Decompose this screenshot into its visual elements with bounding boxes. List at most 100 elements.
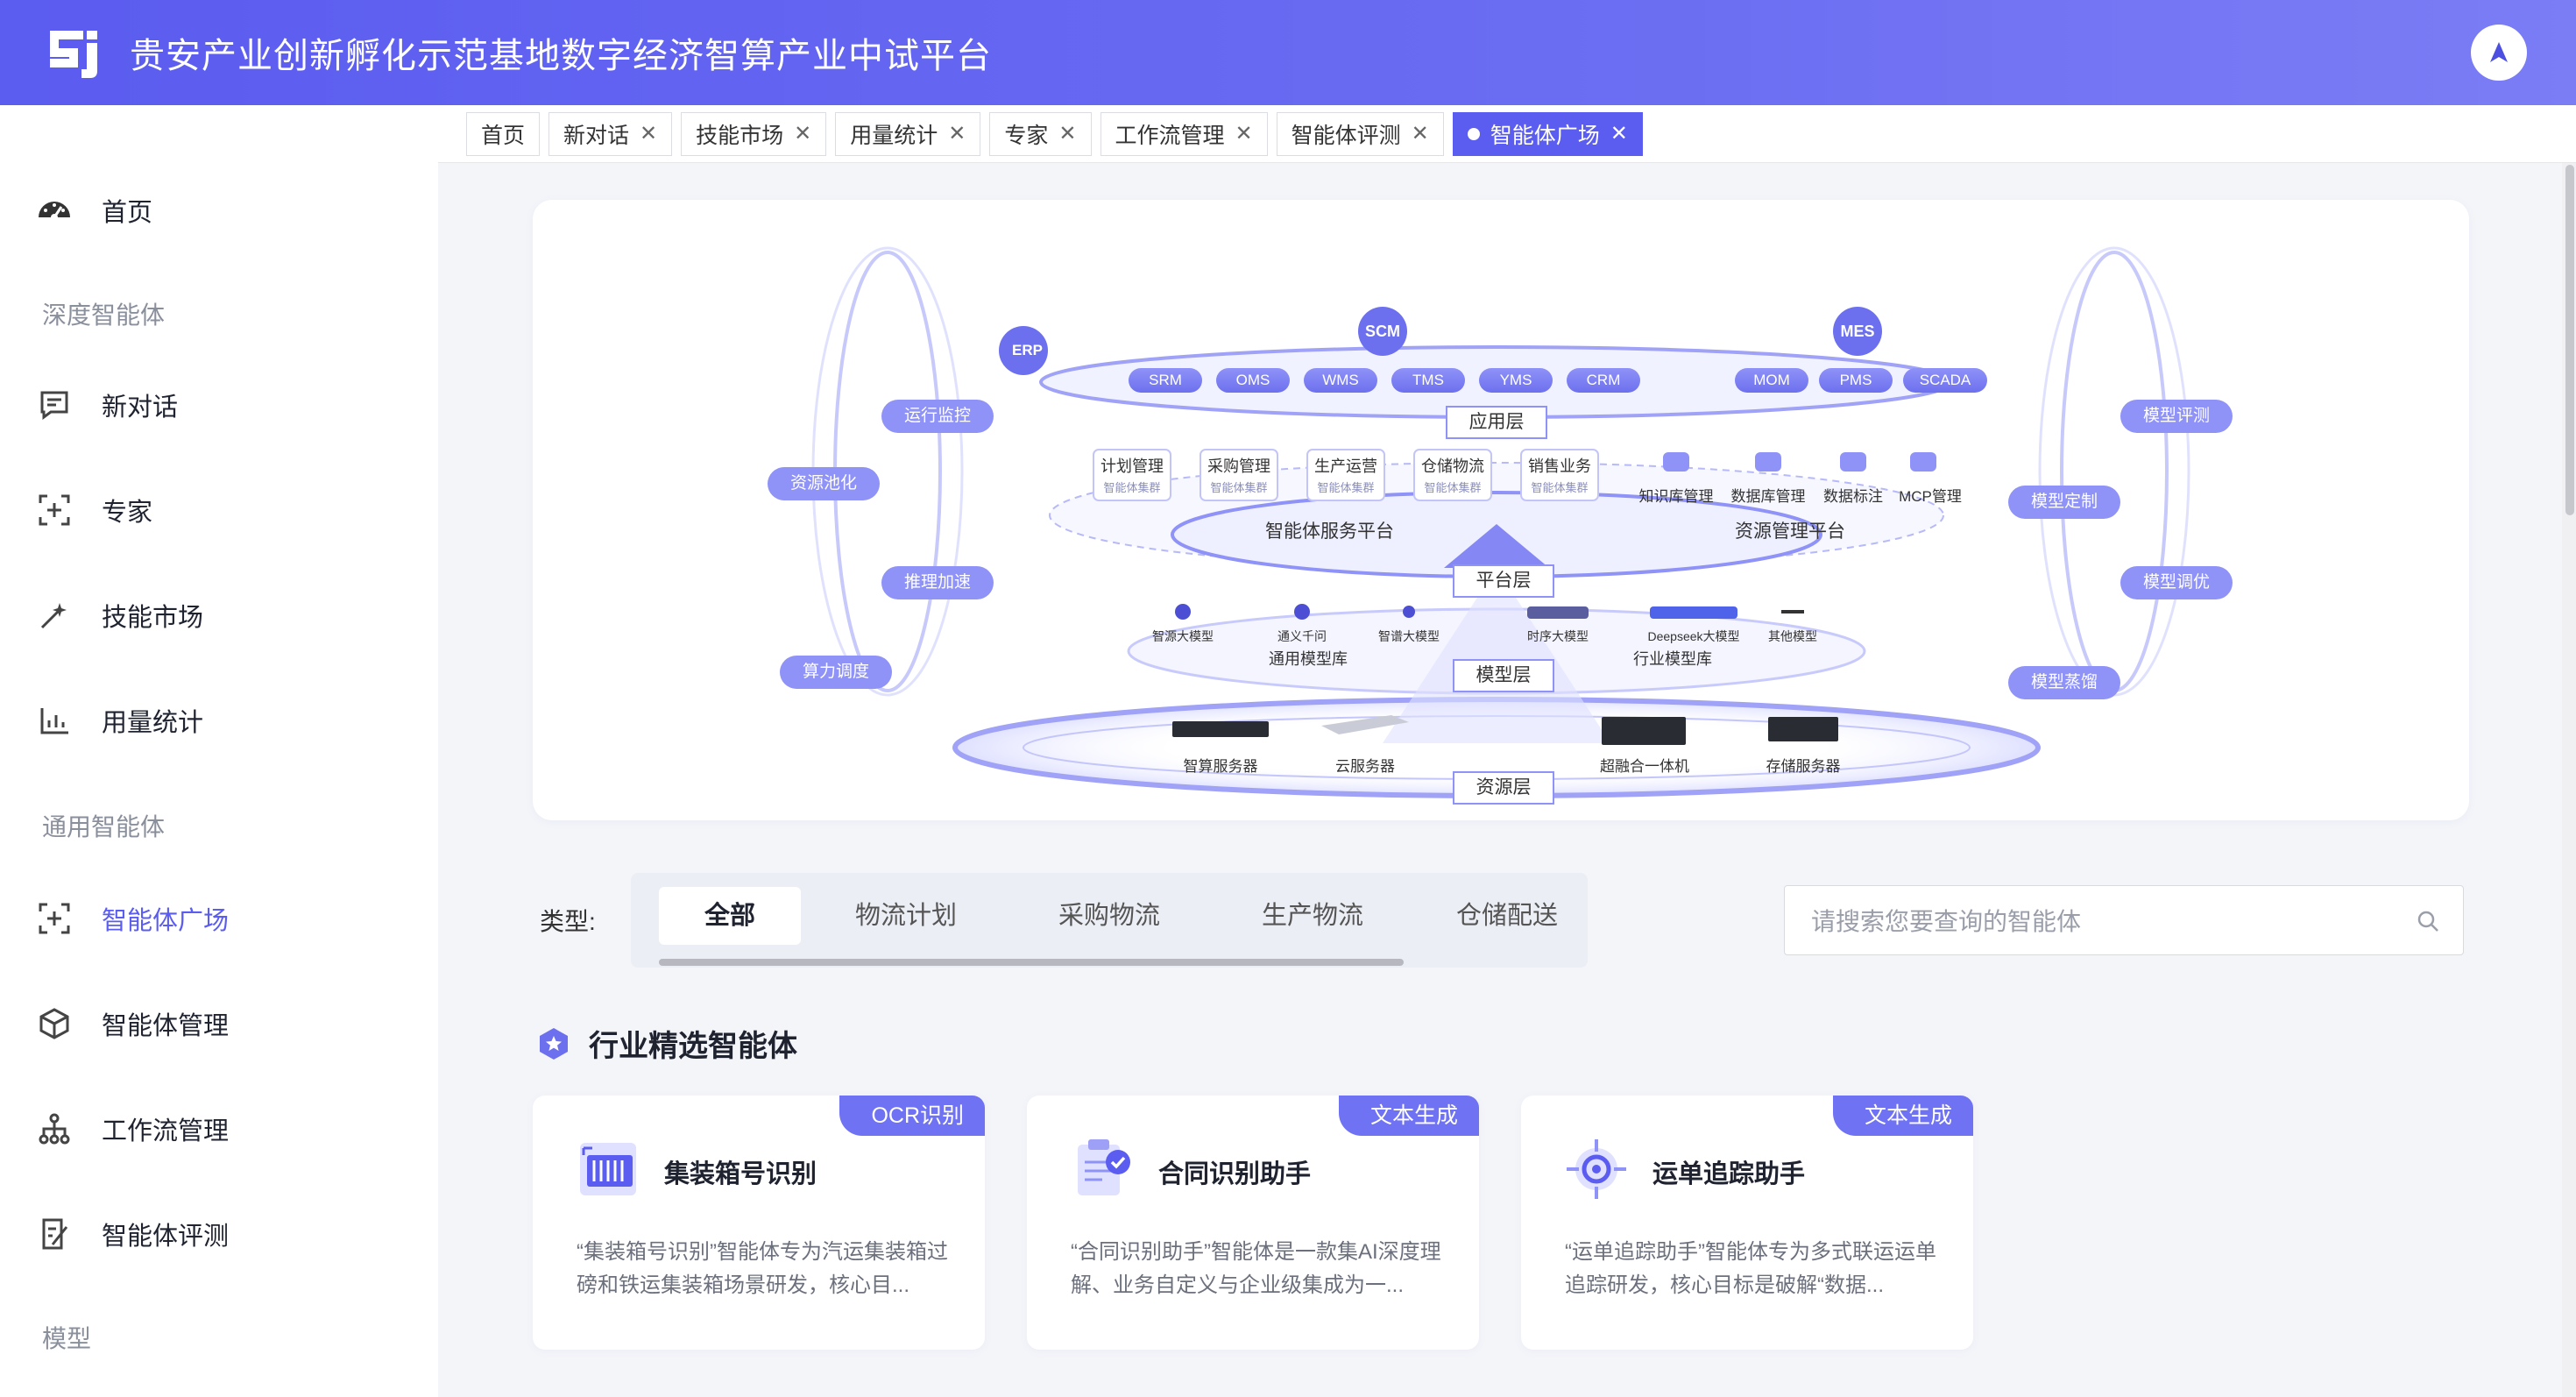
server-label: 智算服务器: [1183, 758, 1258, 775]
sidebar-item-label: 新对话: [102, 394, 179, 422]
agent-square-icon: [35, 899, 74, 938]
model-label: 智源大模型: [1152, 629, 1214, 643]
model-group: 行业模型库: [1633, 650, 1712, 668]
platform-box-sub: 智能体集群: [1317, 481, 1375, 494]
tab-label: 智能体广场: [1490, 123, 1600, 148]
tag-erp: ERP: [1012, 342, 1043, 358]
tab-agent-evaluation[interactable]: 智能体评测 ✕: [1276, 111, 1444, 156]
tab-label: 专家: [1004, 123, 1049, 148]
app-pill: PMS: [1839, 372, 1872, 388]
filter-chip-production-logistics[interactable]: 生产物流: [1225, 887, 1400, 945]
sidebar-item-new-chat[interactable]: 新对话: [35, 379, 178, 431]
category-filter: 全部 物流计划 采购物流 生产物流 仓储配送: [631, 873, 1588, 968]
card-title: 集装箱号识别: [664, 1160, 817, 1188]
app-pill: CRM: [1586, 372, 1621, 388]
agent-card[interactable]: 文本生成 运单追踪助手 “运单追踪助手”智能体专为多式联运运单追踪研发，核心目标…: [1521, 1096, 1973, 1350]
search-icon[interactable]: [2416, 909, 2440, 940]
op-pill: 资源池化: [768, 467, 880, 500]
card-badge: OCR识别: [839, 1096, 985, 1136]
app-pill: MOM: [1753, 372, 1790, 388]
close-icon[interactable]: ✕: [1235, 121, 1253, 146]
close-icon[interactable]: ✕: [948, 121, 966, 146]
search-input[interactable]: 请搜索您要查询的智能体: [1784, 885, 2464, 955]
tab-label: 用量统计: [850, 123, 938, 148]
tab-label: 首页: [481, 123, 526, 148]
op-pill: 模型定制: [2008, 486, 2120, 519]
sidebar-item-skill-market[interactable]: 技能市场: [35, 589, 203, 642]
op-pill: 模型蒸馏: [2008, 666, 2120, 699]
platform-name: 智能体服务平台: [1265, 521, 1394, 542]
layer-label-resource: 资源层: [1453, 771, 1554, 805]
app-pill: SCADA: [1919, 372, 1971, 388]
filter-chip-logistics-plan[interactable]: 物流计划: [818, 887, 994, 945]
sidebar-item-agent-square[interactable]: 智能体广场: [35, 892, 229, 945]
platform-box-title: 仓储物流: [1421, 457, 1484, 475]
platform-box-sub: 智能体集群: [1531, 481, 1589, 494]
scrollbar-thumb[interactable]: [2565, 165, 2574, 515]
app-title: 贵安产业创新孵化示范基地数字经济智算产业中试平台: [130, 37, 992, 75]
close-icon[interactable]: ✕: [794, 121, 811, 146]
filter-scrollbar[interactable]: [659, 959, 1404, 966]
sidebar-item-label: 首页: [102, 199, 153, 227]
filter-label: 类型:: [540, 908, 596, 935]
platform-box-title: 计划管理: [1100, 457, 1164, 475]
tab-expert[interactable]: 专家 ✕: [989, 111, 1092, 156]
op-pill: 算力调度: [780, 656, 892, 689]
platform-box-title: 生产运营: [1314, 457, 1377, 475]
sidebar-item-usage[interactable]: 用量统计: [35, 694, 203, 747]
top-header: 贵安产业创新孵化示范基地数字经济智算产业中试平台: [0, 0, 2576, 105]
platform-box-sub: 智能体集群: [1103, 481, 1161, 494]
user-avatar[interactable]: [2471, 25, 2527, 81]
tab-skill-market[interactable]: 技能市场 ✕: [681, 111, 827, 156]
close-icon[interactable]: ✕: [640, 121, 657, 146]
resource-mgmt-label: 数据库管理: [1730, 488, 1806, 505]
resource-mgmt-label: MCP管理: [1899, 488, 1962, 505]
location-target-icon: [1567, 1139, 1626, 1199]
tab-agent-square[interactable]: 智能体广场 ✕: [1452, 111, 1643, 156]
card-title: 运单追踪助手: [1652, 1160, 1806, 1188]
server-label: 超融合一体机: [1600, 758, 1689, 775]
sidebar-item-home[interactable]: 首页: [35, 184, 152, 237]
close-icon[interactable]: ✕: [1610, 121, 1628, 146]
tab-strip: 首页 新对话 ✕ 技能市场 ✕ 用量统计 ✕ 专家 ✕ 工作流管理 ✕ 智能体评测 ✕ 智能…: [438, 105, 2576, 163]
card-badge: 文本生成: [1338, 1096, 1479, 1136]
op-pill: 模型调优: [2120, 566, 2233, 599]
app-pill: OMS: [1235, 372, 1270, 388]
logo-icon: [42, 21, 105, 84]
filter-chip-all[interactable]: 全部: [659, 887, 801, 945]
tab-workflow[interactable]: 工作流管理 ✕: [1100, 111, 1268, 156]
close-icon[interactable]: ✕: [1412, 121, 1429, 146]
filter-chip-warehouse-delivery[interactable]: 仓储配送: [1428, 887, 1586, 945]
sidebar-item-agent-management[interactable]: 智能体管理: [35, 997, 229, 1050]
model-label: 智谱大模型: [1378, 629, 1440, 643]
close-icon[interactable]: ✕: [1058, 121, 1076, 146]
architecture-diagram: [811, 246, 2190, 798]
sidebar-item-workflow[interactable]: 工作流管理: [35, 1103, 229, 1155]
navigation-icon: [2490, 42, 2508, 62]
vertical-scrollbar[interactable]: [2562, 163, 2576, 1397]
section-header: 行业精选智能体: [536, 1022, 797, 1065]
tab-home[interactable]: 首页: [466, 111, 541, 156]
app-pill: WMS: [1322, 372, 1359, 388]
card-badge: 文本生成: [1832, 1096, 1973, 1136]
container-scan-icon: [580, 1143, 636, 1195]
sidebar-group-general-agent: 通用智能体: [42, 813, 166, 840]
sidebar-item-label: 工作流管理: [102, 1117, 230, 1145]
app-pill: SRM: [1149, 372, 1182, 388]
filter-chip-procurement-logistics[interactable]: 采购物流: [1022, 887, 1197, 945]
sidebar-group-model: 模型: [42, 1325, 92, 1352]
sidebar-item-agent-evaluation[interactable]: 智能体评测: [35, 1208, 229, 1260]
tab-usage[interactable]: 用量统计 ✕: [835, 111, 981, 156]
op-pill: 模型评测: [2120, 400, 2233, 433]
sidebar-item-label: 智能体管理: [102, 1012, 230, 1040]
model-label: 通义千问: [1277, 629, 1327, 643]
sidebar-item-expert[interactable]: 专家: [35, 484, 152, 536]
tab-new-chat[interactable]: 新对话 ✕: [548, 111, 673, 156]
contract-icon: [1078, 1139, 1130, 1195]
resource-mgmt-label: 知识库管理: [1638, 488, 1714, 505]
agent-card[interactable]: 文本生成 合同识别助手 “合同识别助手”智能体是一款集AI深度理解、业务自定义与…: [1027, 1096, 1479, 1350]
magic-wand-icon: [35, 596, 74, 635]
workflow-icon: [35, 1110, 74, 1148]
card-description: “合同识别助手”智能体是一款集AI深度理解、业务自定义与企业级集成为一...: [1071, 1240, 1441, 1297]
agent-card[interactable]: OCR识别 集装箱号识别 “集装箱号识别”智能体专为汽运集装箱过磅和铁运集装箱场…: [533, 1096, 985, 1350]
